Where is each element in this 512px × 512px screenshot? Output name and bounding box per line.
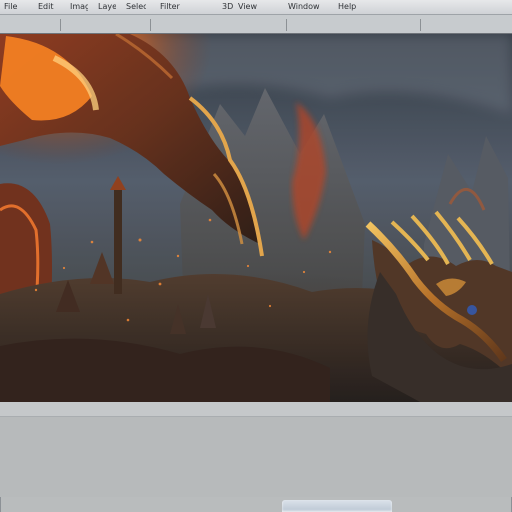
separator — [60, 19, 61, 31]
menu-3d[interactable]: 3D — [222, 2, 234, 12]
menu-window[interactable]: Window — [288, 2, 330, 12]
menu-edit[interactable]: Edit — [38, 2, 54, 12]
menu-select[interactable]: Select — [126, 2, 146, 12]
haze — [0, 34, 512, 402]
separator — [286, 19, 287, 31]
separator — [420, 19, 421, 31]
taskbar-tab[interactable] — [282, 500, 392, 512]
menu-image[interactable]: Image — [70, 2, 88, 12]
bottom-panel — [0, 417, 512, 497]
menu-view[interactable]: View — [238, 2, 262, 12]
image-canvas[interactable] — [0, 33, 512, 403]
status-bar — [0, 402, 512, 417]
fantasy-artwork — [0, 34, 512, 402]
menu-help[interactable]: Help — [338, 2, 418, 12]
menu-filter[interactable]: Filter — [160, 2, 214, 12]
menu-layer[interactable]: Layer — [98, 2, 116, 12]
separator — [150, 19, 151, 31]
menu-bar: File Edit Image Layer Select Filter 3D V… — [0, 0, 512, 15]
menu-file[interactable]: File — [4, 2, 20, 12]
